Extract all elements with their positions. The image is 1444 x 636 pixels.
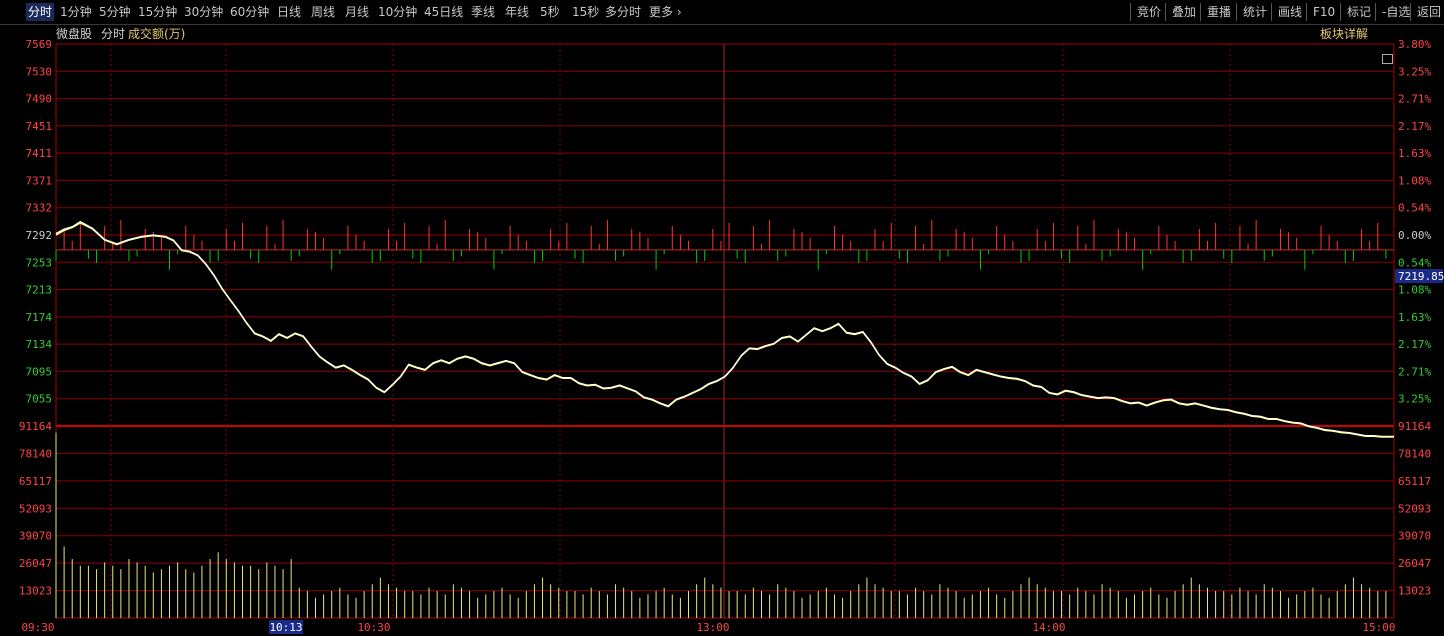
current-price-label: 7219.85 — [1398, 270, 1444, 283]
volume-tick-label: 26047 — [19, 557, 52, 570]
intraday-chart: 7569 7530 7490 7451 7411 7371 7332 7292 7253 7213… — [19, 38, 1444, 634]
price-tick-label: 7490 — [26, 93, 53, 106]
pct-tick-label: 3.25% — [1398, 393, 1431, 406]
pct-tick-label: 2.71% — [1398, 93, 1431, 106]
average-price-line — [55, 222, 1394, 438]
volume-tick-label: 52093 — [19, 502, 52, 515]
chart-frame — [55, 43, 1395, 619]
pct-tick-label: 3.80% — [1398, 38, 1431, 51]
pct-tick-label: 2.17% — [1398, 120, 1431, 133]
pct-tick-label: 2.71% — [1398, 365, 1431, 378]
pct-tick-label: 3.25% — [1398, 65, 1431, 78]
price-tick-label: 7253 — [26, 256, 53, 269]
pct-tick-label: 1.08% — [1398, 284, 1431, 297]
volume-tick-label: 78140 — [19, 447, 52, 460]
volume-tick-label-right: 65117 — [1398, 475, 1431, 488]
volume-tick-label: 39070 — [19, 530, 52, 543]
price-tick-label: 7451 — [26, 120, 53, 133]
pct-tick-label: 1.63% — [1398, 311, 1431, 324]
time-tick-label: 15:00 — [1362, 621, 1395, 634]
volume-tick-label: 13023 — [19, 585, 52, 598]
price-tick-label: 7530 — [26, 65, 53, 78]
volume-tick-label-right: 78140 — [1398, 447, 1431, 460]
time-tick-label: 14:00 — [1032, 621, 1065, 634]
price-tick-label: 7411 — [26, 147, 53, 160]
volume-tick-label-right: 13023 — [1398, 585, 1431, 598]
pct-tick-label: 1.63% — [1398, 147, 1431, 160]
time-tick-label: 10:30 — [357, 621, 390, 634]
time-tick-label: 09:30 — [21, 621, 54, 634]
price-tick-label: 7371 — [26, 174, 53, 187]
time-tick-label: 10:13 — [269, 621, 302, 634]
price-tick-label: 7134 — [26, 338, 53, 351]
pct-tick-label: 0.54% — [1398, 256, 1431, 269]
volume-tick-label-right: 91164 — [1398, 420, 1431, 433]
pct-tick-label: 0.54% — [1398, 202, 1431, 215]
price-tick-label: 7292 — [26, 229, 53, 242]
price-tick-label: 7332 — [26, 202, 53, 215]
price-tick-label: 7213 — [26, 284, 53, 297]
pct-tick-label: 2.17% — [1398, 338, 1431, 351]
volume-tick-label-right: 26047 — [1398, 557, 1431, 570]
price-tick-label: 7095 — [26, 365, 53, 378]
pct-tick-label: 0.00% — [1398, 229, 1431, 242]
volume-tick-label: 65117 — [19, 475, 52, 488]
price-tick-label: 7174 — [26, 311, 53, 324]
pct-tick-label: 1.08% — [1398, 174, 1431, 187]
volume-tick-label: 91164 — [19, 420, 52, 433]
price-tick-label: 7055 — [26, 393, 53, 406]
volume-tick-label-right: 52093 — [1398, 502, 1431, 515]
time-tick-label: 13:00 — [696, 621, 729, 634]
price-tick-label: 7569 — [26, 38, 53, 51]
volume-tick-label-right: 39070 — [1398, 530, 1431, 543]
